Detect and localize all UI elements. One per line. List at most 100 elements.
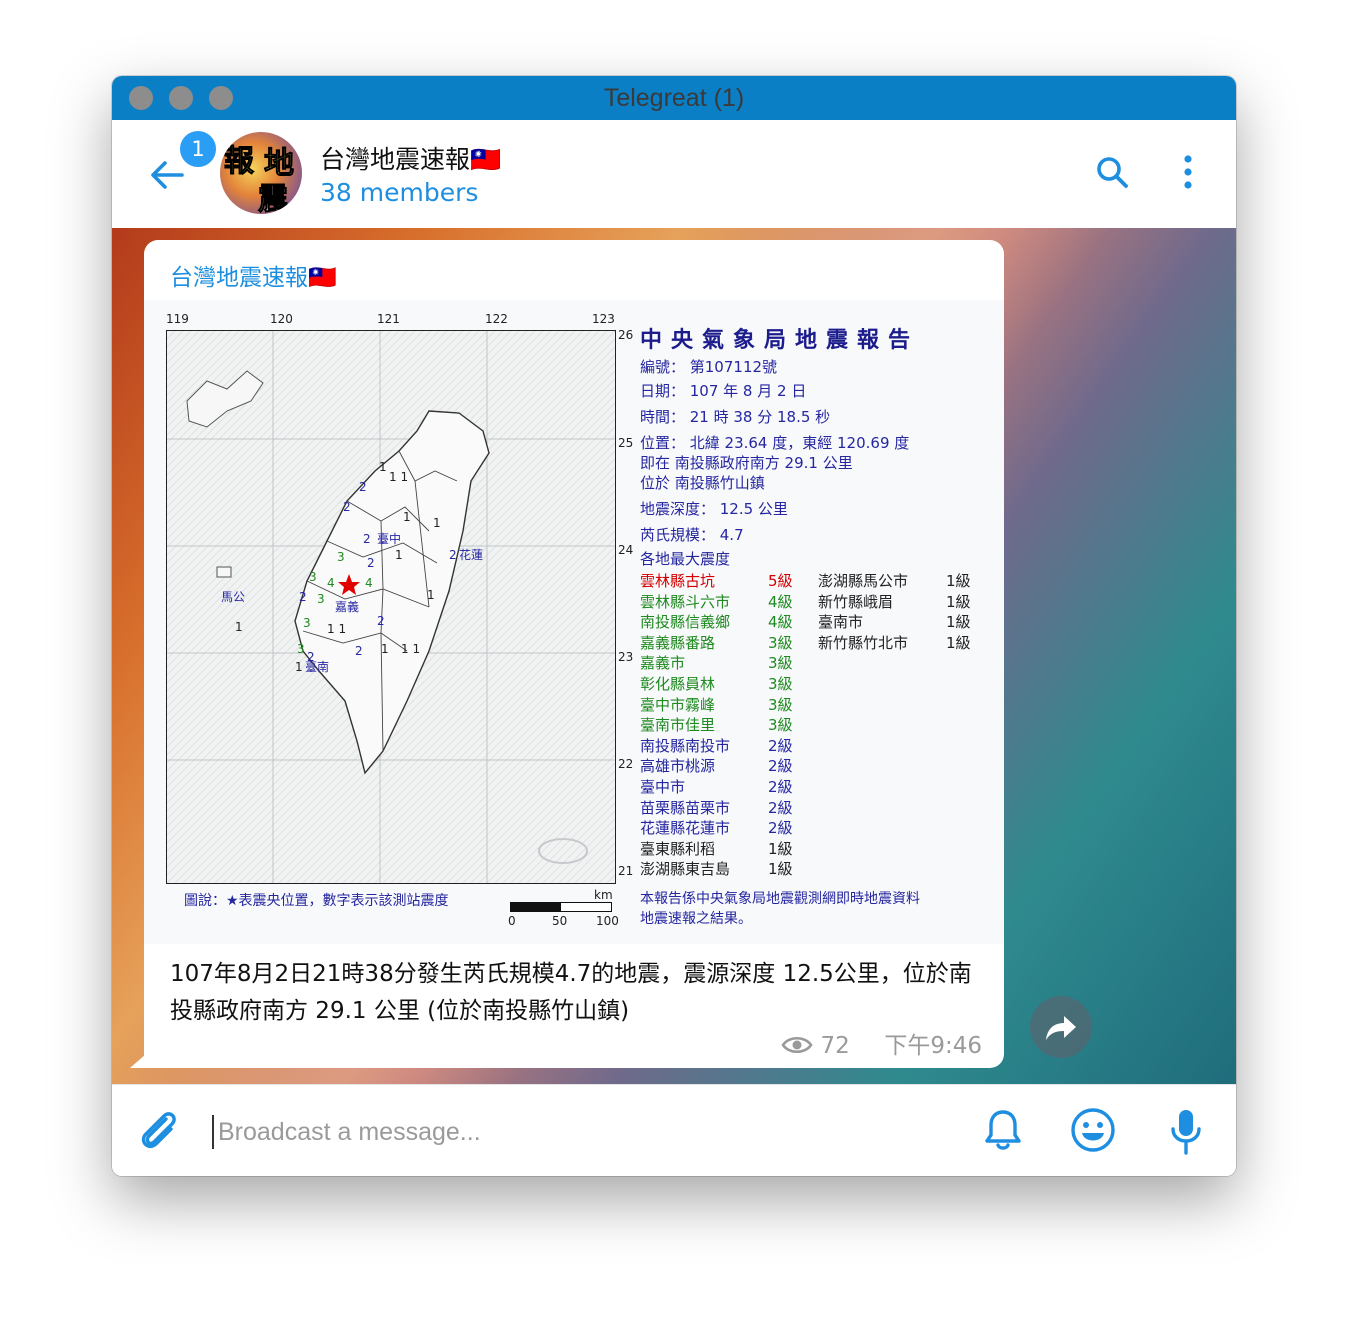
lon-tick: 121 — [377, 312, 400, 326]
intensity-place: 嘉義市 — [640, 654, 686, 673]
svg-text:3: 3 — [317, 592, 325, 606]
svg-text:3: 3 — [297, 642, 305, 656]
map-label-taichung: 臺中 — [377, 531, 401, 546]
smile-icon[interactable] — [1070, 1107, 1116, 1153]
taiwan-map: 11 1 22 11 2 臺中 32 1 2 花蓮 344 2 3 嘉義 1 馬公 1 31… — [166, 330, 616, 884]
paperclip-icon[interactable] — [136, 1107, 182, 1153]
avatar-char-3: 震 — [258, 182, 289, 215]
intensity-place: 南投縣南投市 — [640, 736, 731, 755]
report-depth: 地震深度： 12.5 公里 — [640, 500, 788, 518]
intensity-place: 高雄市桃源 — [640, 757, 716, 776]
title-bar: Telegreat (1) — [112, 76, 1236, 120]
intensity-place: 南投縣信義鄉 — [640, 613, 731, 632]
svg-text:2: 2 — [367, 556, 375, 570]
svg-text:1: 1 — [379, 460, 387, 474]
intensity-level: 1級 — [768, 839, 793, 858]
svg-text:2: 2 — [363, 532, 371, 546]
member-count[interactable]: 38 members — [320, 178, 478, 207]
lat-tick: 24 — [618, 543, 634, 557]
scale-tick: 50 — [552, 914, 568, 928]
message-input-bar — [112, 1084, 1236, 1176]
intensity-level: 3級 — [768, 633, 793, 652]
search-icon[interactable] — [1094, 154, 1130, 190]
more-vertical-icon[interactable] — [1176, 154, 1200, 190]
report-footnote-2: 地震速報之結果。 — [640, 911, 752, 927]
report-magnitude: 芮氏規模： 4.7 — [640, 526, 744, 544]
intensity-place: 澎湖縣馬公市 — [818, 572, 909, 590]
intensity-place: 臺南市佳里 — [640, 716, 716, 735]
intensity-level: 4級 — [768, 592, 793, 611]
intensity-level: 2級 — [768, 798, 793, 817]
bell-icon[interactable] — [984, 1107, 1022, 1153]
intensity-place: 臺南市 — [818, 613, 864, 632]
intensity-level: 2級 — [768, 757, 793, 776]
share-icon — [1046, 1016, 1076, 1040]
report-position: 位置： 北緯 23.64 度，東經 120.69 度 — [640, 434, 910, 452]
lat-tick: 25 — [618, 436, 634, 450]
message-time: 下午9:46 — [884, 1033, 982, 1059]
intensity-level: 3級 — [768, 654, 793, 673]
lon-tick: 120 — [270, 312, 293, 326]
report-position-2: 即在 南投縣政府南方 29.1 公里 — [640, 454, 853, 472]
report-time: 時間： 21 時 38 分 18.5 秒 — [640, 408, 831, 426]
intensity-place: 雲林縣古坑 — [640, 572, 716, 590]
map-label-chiayi: 嘉義 — [335, 599, 359, 614]
chat-header: 1 報 地 震 台灣地震速報🇹🇼 38 members — [112, 120, 1236, 229]
report-title: 中央氣象局地震報告 — [640, 328, 920, 353]
avatar-char-1: 報 — [224, 144, 255, 180]
intensity-place: 臺中市 — [640, 778, 686, 796]
intensity-level: 4級 — [768, 613, 793, 632]
unread-badge: 1 — [178, 129, 218, 169]
svg-text:1: 1 — [235, 620, 243, 634]
avatar[interactable]: 報 地 震 — [220, 132, 302, 214]
svg-text:4: 4 — [327, 576, 335, 590]
earthquake-report-image[interactable]: 119 120 121 122 123 26 25 24 23 22 21 1 … — [144, 300, 1004, 944]
lat-tick: 26 — [618, 328, 634, 342]
svg-text:3: 3 — [337, 550, 345, 564]
intensity-level: 1級 — [946, 633, 971, 652]
message-input[interactable] — [212, 1115, 960, 1149]
intensity-level: 3級 — [768, 675, 793, 693]
scale-bar — [510, 902, 612, 912]
svg-text:3: 3 — [309, 570, 317, 584]
report-footnote: 本報告係中央氣象局地震觀測網即時地震資料 — [640, 891, 920, 907]
svg-text:1: 1 — [395, 548, 403, 562]
intensity-level: 3級 — [768, 695, 793, 714]
svg-text:1 1: 1 1 — [389, 470, 408, 484]
intensity-level: 1級 — [946, 592, 971, 611]
intensity-place: 臺東縣利稻 — [640, 839, 716, 858]
map-legend: 圖說：★表震央位置，數字表示該測站震度 — [184, 893, 449, 909]
lon-tick: 123 — [592, 312, 615, 326]
intensity-place: 澎湖縣東吉島 — [640, 860, 731, 879]
svg-text:3: 3 — [303, 616, 311, 630]
report-position-3: 位於 南投縣竹山鎮 — [640, 474, 765, 492]
svg-text:1: 1 — [403, 510, 411, 524]
intensity-level: 1級 — [768, 860, 793, 879]
microphone-icon[interactable] — [1168, 1107, 1204, 1157]
view-count: 72 — [820, 1033, 850, 1059]
svg-text:1 1: 1 1 — [401, 642, 420, 656]
svg-text:4: 4 — [365, 576, 373, 590]
share-button[interactable] — [1030, 996, 1092, 1058]
message-sender[interactable]: 台灣地震速報🇹🇼 — [170, 258, 337, 292]
intensity-place: 雲林縣斗六市 — [640, 592, 731, 611]
lat-tick: 23 — [618, 650, 634, 664]
message-meta: 72 下午9:46 — [781, 1026, 982, 1060]
lon-tick: 122 — [485, 312, 508, 326]
intensity-level: 1級 — [946, 613, 971, 632]
intensity-level: 5級 — [768, 572, 793, 590]
svg-text:2: 2 — [299, 590, 307, 604]
intensity-level: 1級 — [946, 572, 971, 590]
svg-text:1: 1 — [295, 660, 303, 674]
window-title: Telegreat (1) — [603, 84, 745, 112]
lat-tick: 22 — [618, 757, 634, 771]
message-bubble[interactable]: 台灣地震速報🇹🇼 119 120 121 122 123 26 25 24 23… — [144, 240, 1004, 1068]
chat-title[interactable]: 台灣地震速報🇹🇼 — [320, 140, 501, 176]
intensity-place: 嘉義縣番路 — [640, 633, 716, 652]
message-caption: 107年8月2日21時38分發生芮氏規模4.7的地震，震源深度 12.5公里，位… — [170, 961, 972, 1024]
report-number: 編號： 第107112號 — [640, 358, 778, 376]
intensity-place: 苗栗縣苗栗市 — [640, 798, 731, 817]
scale-unit: km — [594, 888, 613, 902]
intensity-place: 新竹縣峨眉 — [818, 592, 894, 611]
intensity-place: 臺中市霧峰 — [640, 695, 716, 714]
